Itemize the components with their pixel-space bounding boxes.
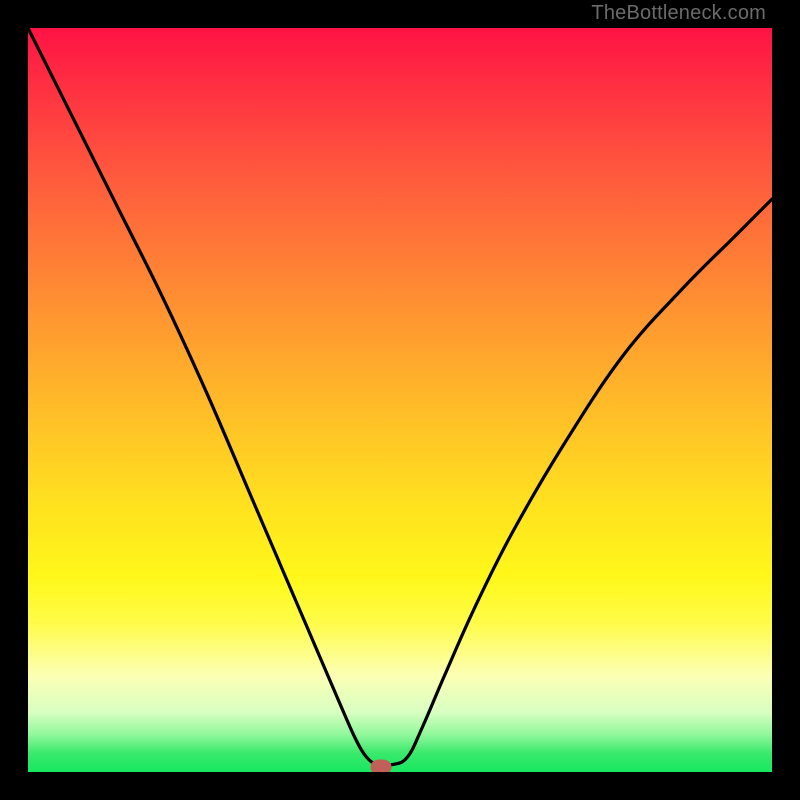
watermark-text: TheBottleneck.com xyxy=(591,2,766,25)
chart-frame: TheBottleneck.com xyxy=(0,0,800,800)
bottleneck-curve xyxy=(28,28,772,772)
plot-area xyxy=(28,28,772,772)
optimal-marker xyxy=(371,759,392,772)
